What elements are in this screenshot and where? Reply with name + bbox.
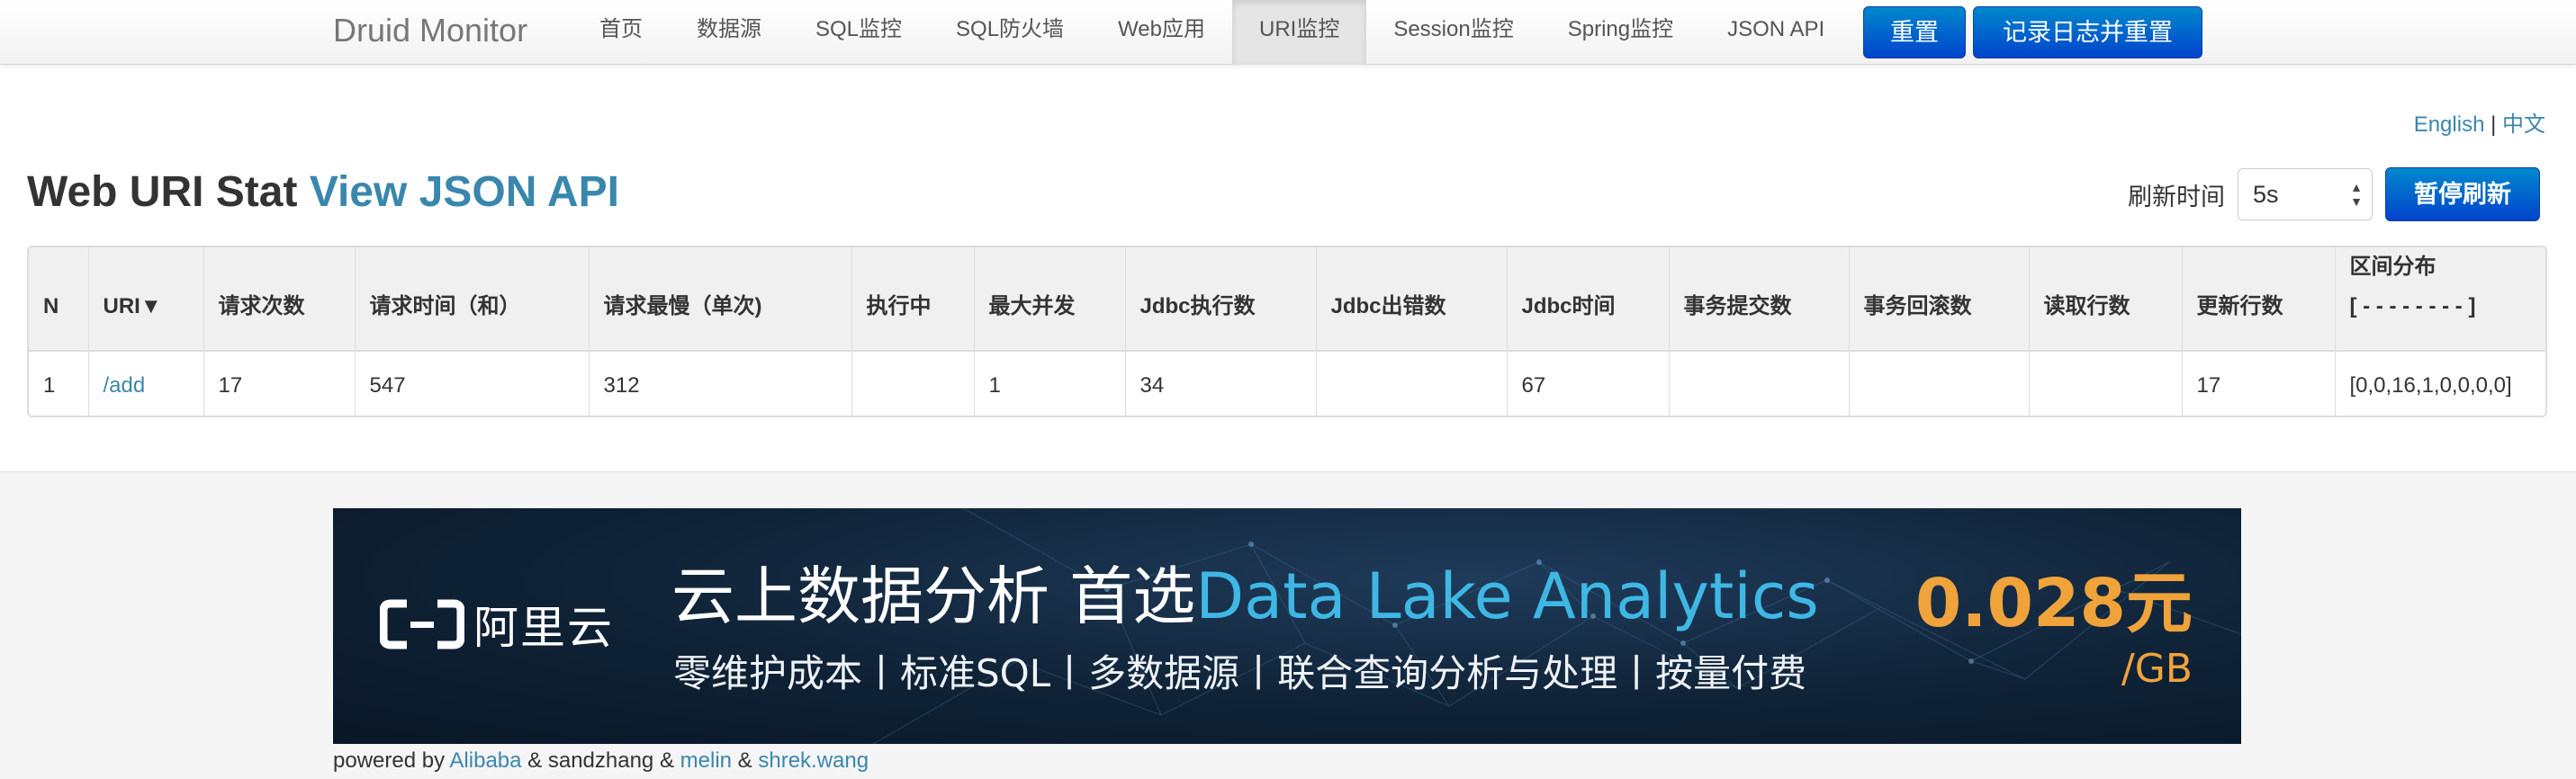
column-header-histogram[interactable]: 区间分布 [ - - - - - - - - ]	[2334, 247, 2545, 351]
powered-by-label: powered by	[333, 748, 446, 773]
lang-english-link[interactable]: English	[2414, 112, 2485, 137]
column-header[interactable]: 最大并发	[973, 247, 1125, 351]
aliyun-logo: 阿里云	[380, 598, 614, 654]
pause-refresh-button[interactable]: 暂停刷新	[2385, 167, 2540, 221]
banner-price: 0.028元	[1914, 565, 2193, 642]
table-cell: [0,0,16,1,0,0,0,0]	[2334, 350, 2545, 416]
column-header[interactable]: Jdbc出错数	[1315, 247, 1507, 351]
aliyun-logo-text: 阿里云	[473, 602, 614, 654]
table-cell: 312	[588, 350, 851, 416]
table-cell: 1	[973, 350, 1125, 416]
column-header[interactable]: URI▼	[87, 247, 203, 351]
table-cell: 34	[1124, 350, 1316, 416]
language-switch: English | 中文	[2414, 106, 2545, 138]
column-header[interactable]: Jdbc执行数	[1124, 247, 1316, 351]
log-and-reset-button[interactable]: 记录日志并重置	[1973, 6, 2202, 58]
top-navbar: Druid Monitor 首页 数据源 SQL监控 SQL防火墙 Web应用 …	[0, 0, 2576, 65]
refresh-controls: 刷新时间 5s ▲ ▼ 暂停刷新	[2128, 167, 2540, 221]
table-cell: 17	[2181, 350, 2335, 416]
column-header-label: 区间分布	[2349, 255, 2436, 279]
table-cell	[1668, 350, 1849, 416]
nav-item-home[interactable]: 首页	[572, 0, 670, 65]
lang-separator: |	[2490, 112, 2497, 137]
ampersand: &	[527, 748, 543, 773]
nav-item-wall[interactable]: SQL防火墙	[929, 0, 1091, 65]
column-header[interactable]: Jdbc时间	[1506, 247, 1669, 351]
table-cell: 1	[29, 350, 88, 416]
table-header-row: N URI▼ 请求次数 请求时间（和） 请求最慢（单次) 执行中 最大并发 Jd…	[29, 247, 2545, 351]
page-title-text: Web URI Stat	[27, 168, 298, 216]
table-cell-uri: /add	[87, 350, 203, 416]
refresh-interval-value: 5s	[2253, 181, 2279, 208]
column-header-sub: [ - - - - - - - - ]	[2349, 294, 2476, 318]
select-arrows-icon: ▲ ▼	[2350, 180, 2363, 209]
nav-item-datasource[interactable]: 数据源	[670, 0, 788, 65]
refresh-interval-select[interactable]: 5s ▲ ▼	[2238, 168, 2373, 220]
banner-subline: 零维护成本丨标准SQL丨多数据源丨联合查询分析与处理丨按量付费	[673, 651, 1807, 695]
ampersand: &	[659, 748, 674, 773]
lang-chinese-link[interactable]: 中文	[2502, 112, 2545, 137]
column-header[interactable]: 请求次数	[203, 247, 355, 351]
nav-item-weburi[interactable]: URI监控	[1231, 0, 1367, 65]
aliyun-banner-ad[interactable]: 阿里云 云上数据分析 首选Data Lake Analytics 零维护成本丨标…	[333, 508, 2241, 744]
banner-headline-text: 云上数据分析 首选	[671, 560, 1196, 633]
nav-item-sql[interactable]: SQL监控	[788, 0, 929, 65]
uri-link[interactable]: /add	[104, 373, 146, 398]
alibaba-link[interactable]: Alibaba	[449, 748, 521, 773]
view-json-api-link[interactable]: View JSON API	[310, 168, 619, 216]
table-cell: 17	[203, 350, 355, 416]
table-row: 1 /add 17 547 312 1 34 67 17 [0,0,16,1,0…	[29, 350, 2545, 416]
column-header[interactable]: N	[29, 247, 88, 351]
ampersand: &	[737, 748, 752, 773]
nav-item-webapp[interactable]: Web应用	[1091, 0, 1232, 65]
banner-headline-accent: Data Lake Analytics	[1195, 560, 1819, 633]
refresh-interval-label: 刷新时间	[2128, 183, 2225, 210]
banner-headline: 云上数据分析 首选Data Lake Analytics	[671, 560, 1819, 632]
shrek-wang-link[interactable]: shrek.wang	[758, 748, 869, 773]
uri-stat-table: N URI▼ 请求次数 请求时间（和） 请求最慢（单次) 执行中 最大并发 Jd…	[27, 246, 2547, 417]
powered-by-credits: powered by Alibaba & sandzhang & melin &…	[333, 747, 869, 775]
reset-button[interactable]: 重置	[1863, 6, 1966, 58]
table-cell	[851, 350, 974, 416]
column-header[interactable]: 请求最慢（单次)	[588, 247, 851, 351]
nav-item-session[interactable]: Session监控	[1366, 0, 1540, 65]
nav-item-json-api[interactable]: JSON API	[1700, 0, 1851, 65]
table-cell: 67	[1506, 350, 1669, 416]
table-cell	[1848, 350, 2029, 416]
sandzhang-text: sandzhang	[547, 748, 654, 773]
nav-item-spring[interactable]: Spring监控	[1541, 0, 1700, 65]
banner-price-unit: /GB	[2121, 646, 2193, 692]
column-header[interactable]: 更新行数	[2181, 247, 2335, 351]
brand-logo[interactable]: Druid Monitor	[333, 13, 527, 49]
column-header[interactable]: 执行中	[851, 247, 974, 351]
column-header[interactable]: 读取行数	[2028, 247, 2182, 351]
column-header[interactable]: 事务提交数	[1668, 247, 1849, 351]
table-cell	[1315, 350, 1507, 416]
column-header[interactable]: 事务回滚数	[1848, 247, 2029, 351]
melin-link[interactable]: melin	[680, 748, 732, 773]
page-title: Web URI Stat View JSON API	[27, 166, 619, 219]
table-cell: 547	[354, 350, 589, 416]
table-cell	[2028, 350, 2182, 416]
column-header[interactable]: 请求时间（和）	[354, 247, 589, 351]
main-nav: 首页 数据源 SQL监控 SQL防火墙 Web应用 URI监控 Session监…	[572, 0, 1851, 65]
aliyun-mark-icon	[380, 599, 464, 649]
